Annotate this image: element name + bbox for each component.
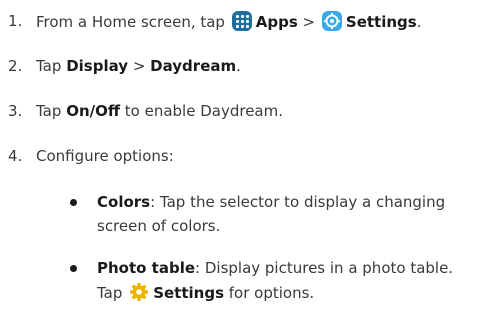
option-photo-table-settings-label: Settings [153, 284, 224, 302]
gear-icon [129, 282, 149, 302]
bullet [70, 265, 77, 272]
option-photo-table-pre: Tap [97, 284, 123, 302]
step-number: 1. [8, 12, 23, 30]
option-photo-table-line-2: Tap Settings for options. [97, 282, 314, 303]
step-number: 4. [8, 147, 23, 165]
step-text: From a Home screen, tap Apps > Settings. [36, 11, 421, 32]
step-text: Configure options: [36, 147, 174, 165]
apps-label: Apps [255, 13, 298, 31]
daydream-label: Daydream [150, 57, 237, 75]
step-number: 2. [8, 57, 23, 75]
onoff-label: On/Off [66, 102, 120, 120]
step-text-post: . [416, 13, 422, 31]
step-text-post: to enable Daydream. [124, 102, 283, 120]
option-colors-line-2: screen of colors. [97, 217, 221, 235]
option-photo-table-line-1: Photo table: Display pictures in a photo… [97, 258, 453, 278]
bullet [70, 199, 77, 206]
option-colors-line-1: Colors: Tap the selector to display a ch… [97, 192, 445, 212]
step-text-pre: Tap [36, 102, 62, 120]
separator: > [302, 13, 316, 31]
separator: > [132, 57, 146, 75]
option-colors-label: Colors [97, 193, 151, 211]
step-text-pre: From a Home screen, tap [36, 13, 225, 31]
settings-gear-icon [321, 11, 342, 31]
option-photo-table-label: Photo table [97, 259, 196, 277]
display-label: Display [66, 57, 129, 75]
option-photo-table-desc: : Display pictures in a photo table. [195, 259, 454, 277]
option-colors-desc: : Tap the selector to display a changing [150, 193, 446, 211]
settings-label: Settings [345, 13, 417, 31]
step-number: 3. [8, 102, 23, 120]
option-photo-table-post: for options. [228, 284, 315, 302]
step-text: Tap Display > Daydream. [36, 56, 241, 76]
step-text-post: . [236, 57, 241, 75]
apps-grid-icon [231, 11, 252, 31]
step-text-pre: Tap [36, 57, 62, 75]
step-text: Tap On/Off to enable Daydream. [36, 101, 283, 121]
